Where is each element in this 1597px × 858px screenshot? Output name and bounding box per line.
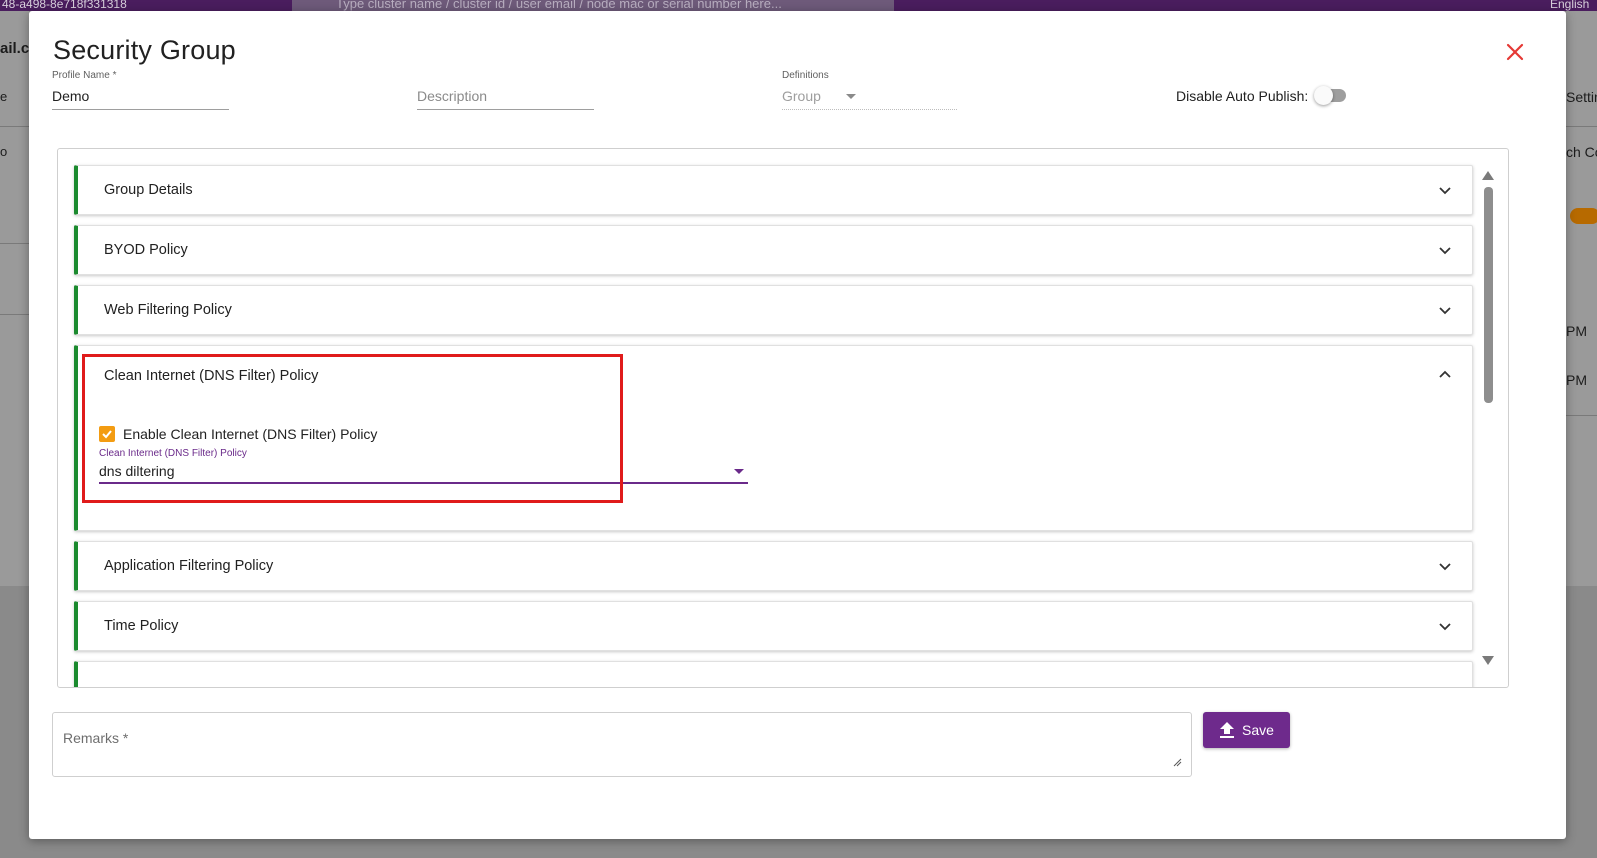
background-right-content: Settin ch Co PM PM [1566,11,1597,586]
background-language: English [1550,0,1590,11]
disable-auto-publish: Disable Auto Publish: [1176,86,1350,106]
chevron-down-icon [1439,563,1451,571]
close-button[interactable] [1504,41,1526,63]
accordion-title: Group Details [104,182,193,198]
background-toggle [1570,208,1597,224]
panel-scrollbar[interactable] [1476,149,1506,687]
background-search-placeholder: Type cluster name / cluster id / user em… [336,0,782,11]
background-fragment: e [0,89,8,104]
description-placeholder: Description [417,88,488,104]
accordion-header[interactable]: Web Filtering Policy [78,286,1472,334]
profile-name-value[interactable]: Demo [52,88,229,108]
accordion-header[interactable]: Application Filtering Policy [78,542,1472,590]
save-label: Save [1242,722,1274,738]
remarks-textarea[interactable]: Remarks * [52,712,1192,777]
accordion-header[interactable]: Group Details [78,166,1472,214]
accordion-application-filtering-policy: Application Filtering Policy [74,541,1473,591]
background-left-content: ail.co e o [0,11,38,586]
background-topbar: 48-a498-8e718f331318 Type cluster name /… [0,0,1597,11]
background-time-fragment: PM [1566,372,1587,388]
security-group-dialog: Security Group Profile Name * Demo Descr… [29,11,1566,839]
accordion-title: Application Filtering Policy [104,558,274,574]
chevron-down-icon [1439,307,1451,315]
definitions-select[interactable]: Definitions Group [782,70,957,110]
resize-handle-icon[interactable] [1172,757,1182,767]
accordion-byod-policy: BYOD Policy [74,225,1473,275]
dns-filter-select-label: Clean Internet (DNS Filter) Policy [99,448,247,459]
background-settings-fragment: Settin [1566,89,1597,105]
toggle-thumb [1314,86,1334,105]
check-icon [102,430,112,439]
upload-icon [1220,722,1235,738]
enable-dns-filter-checkbox-row[interactable]: Enable Clean Internet (DNS Filter) Polic… [99,426,377,442]
accordion-time-policy: Time Policy [74,601,1473,651]
profile-name-field[interactable]: Profile Name * Demo [52,70,229,110]
definitions-label: Definitions [782,70,829,81]
background-topbar-id: 48-a498-8e718f331318 [2,0,127,11]
background-divider [1566,415,1597,416]
accordion-title: BYOD Policy [104,242,188,258]
remarks-label: Remarks * [63,730,129,746]
background-divider [0,126,29,127]
accordion-title: Web Filtering Policy [104,302,232,318]
background-time-fragment: PM [1566,323,1587,339]
description-field[interactable]: Description [417,70,594,110]
chevron-down-icon [1439,623,1451,631]
enable-dns-filter-checkbox[interactable] [99,426,115,442]
disable-auto-publish-label: Disable Auto Publish: [1176,88,1309,104]
dns-filter-select-value: dns diltering [99,463,175,479]
accordion-web-filtering-policy: Web Filtering Policy [74,285,1473,335]
accordion-header[interactable]: BYOD Policy [78,226,1472,274]
accordion-body: Enable Clean Internet (DNS Filter) Polic… [78,404,1472,530]
close-icon [1506,43,1524,61]
chevron-up-icon [1439,370,1451,378]
scroll-up-arrow-icon[interactable] [1482,171,1494,180]
chevron-down-icon [1439,187,1451,195]
accordion-next-partial[interactable] [74,661,1473,687]
disable-auto-publish-toggle[interactable] [1314,86,1350,106]
scroll-down-arrow-icon[interactable] [1482,656,1494,665]
dropdown-arrow-icon [734,469,744,474]
scroll-thumb[interactable] [1484,187,1493,403]
accordion-group-details: Group Details [74,165,1473,215]
accordion-header[interactable]: Time Policy [78,602,1472,650]
background-divider [1566,126,1597,127]
profile-name-label: Profile Name * [52,70,117,81]
enable-dns-filter-label: Enable Clean Internet (DNS Filter) Polic… [123,426,378,442]
save-button[interactable]: Save [1203,712,1290,748]
background-search-fragment: ch Co [1566,144,1597,160]
accordion-header[interactable]: Clean Internet (DNS Filter) Policy [78,346,1472,404]
background-divider [0,314,29,315]
definitions-value: Group [782,88,821,104]
accordion-dns-filter-policy: Clean Internet (DNS Filter) Policy Enabl… [74,345,1473,531]
accordion-title: Clean Internet (DNS Filter) Policy [104,368,319,384]
policy-panel: Group Details BYOD Policy Web Filtering … [57,148,1509,688]
background-fragment: o [0,144,8,159]
accordion-title: Time Policy [104,618,179,634]
dialog-title: Security Group [53,35,236,65]
chevron-down-icon [1439,247,1451,255]
background-divider [0,243,29,244]
dns-filter-policy-select[interactable]: Clean Internet (DNS Filter) Policy dns d… [99,448,748,484]
policy-accordion-list: Group Details BYOD Policy Web Filtering … [74,165,1473,687]
dropdown-arrow-icon [846,94,856,99]
